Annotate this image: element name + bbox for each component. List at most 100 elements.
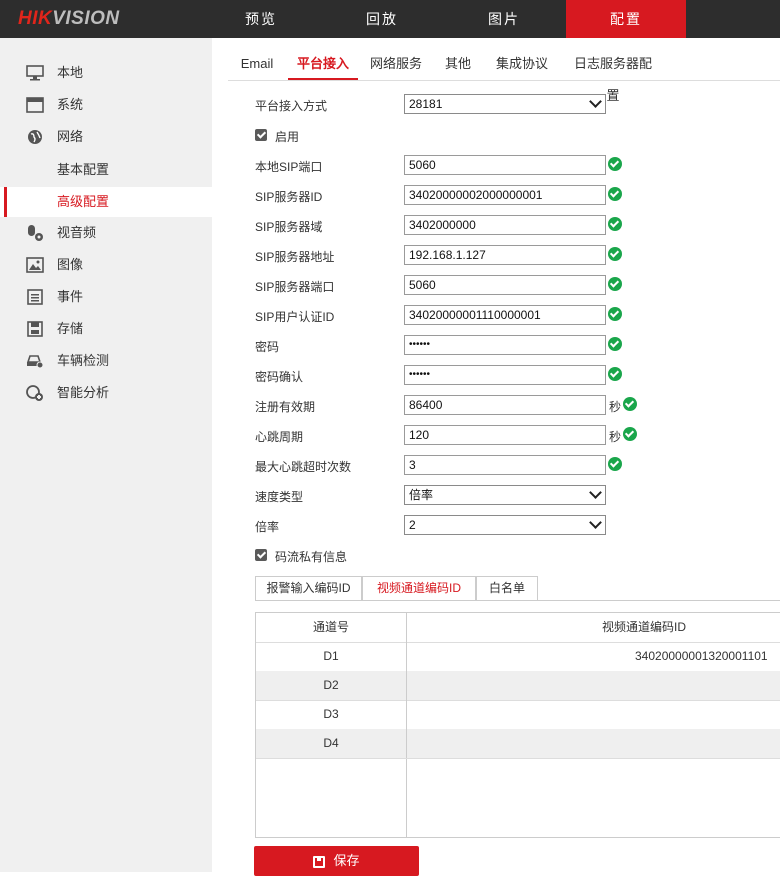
ratio-label: 倍率 (255, 520, 280, 534)
table-row[interactable]: D1 34020000001320001101 (256, 642, 780, 672)
channel-cell: D2 (323, 678, 339, 692)
monitor-icon (26, 65, 44, 81)
table-row[interactable]: D2 (256, 671, 780, 701)
sidebar-item-image[interactable]: 图像 (0, 250, 212, 280)
speed-type-label: 速度类型 (255, 490, 304, 504)
nav-preview[interactable]: 预览 (201, 0, 321, 38)
table-row[interactable]: D4 (256, 729, 780, 759)
sip-server-port-input[interactable]: 5060 (404, 275, 606, 295)
password-confirm-input[interactable]: •••••• (404, 365, 606, 385)
private-info-checkbox[interactable] (255, 549, 267, 561)
sip-server-address-label: SIP服务器地址 (255, 250, 335, 264)
ratio-select[interactable]: 2 (404, 515, 606, 535)
nav-playback[interactable]: 回放 (322, 0, 442, 38)
sidebar-item-vehicle-detection[interactable]: 车辆检测 (0, 346, 212, 376)
sidebar-item-smart-analysis[interactable]: 智能分析 (0, 378, 212, 408)
subtab-whitelist[interactable]: 白名单 (476, 576, 538, 600)
window-icon (26, 97, 44, 113)
car-icon (26, 355, 44, 369)
check-icon (623, 427, 637, 441)
sidebar-item-event[interactable]: 事件 (0, 282, 212, 312)
mic-icon (28, 225, 43, 241)
nav-configuration[interactable]: 配置 (566, 0, 686, 38)
check-icon (608, 187, 622, 201)
password-label: 密码 (255, 340, 280, 354)
access-mode-select[interactable]: 28181 (404, 94, 606, 114)
register-period-input[interactable]: 86400 (404, 395, 606, 415)
sip-server-id-label: SIP服务器ID (255, 190, 323, 204)
floppy-icon (313, 856, 326, 868)
password-input[interactable]: •••••• (404, 335, 606, 355)
sip-server-port-label: SIP服务器端口 (255, 280, 335, 294)
sidebar-item-storage[interactable]: 存储 (0, 314, 212, 344)
seconds-unit: 秒 (609, 400, 622, 414)
sip-user-id-label: SIP用户认证ID (255, 310, 335, 324)
table-header-row: 通道号 视频通道编码ID (256, 613, 780, 643)
channel-subtabs: 报警输入编码ID 视频通道编码ID 白名单 (255, 576, 780, 601)
sip-server-id-input[interactable]: 34020000002000000001 (404, 185, 606, 205)
channel-id-cell[interactable]: 34020000001320001101 (406, 642, 780, 671)
check-icon (608, 247, 622, 261)
local-sip-port-input[interactable]: 5060 (404, 155, 606, 175)
local-sip-port-label: 本地SIP端口 (255, 160, 323, 174)
sip-server-domain-label: SIP服务器域 (255, 220, 323, 234)
sidebar-item-audio-video[interactable]: 视音频 (0, 218, 212, 248)
channel-id-cell[interactable] (406, 700, 780, 729)
channel-id-table: 通道号 视频通道编码ID D1 34020000001320001101 D2 … (255, 612, 780, 838)
tab-network-service[interactable]: 网络服务 (368, 48, 424, 78)
channel-cell: D4 (323, 736, 339, 750)
globe-icon (28, 130, 42, 144)
access-mode-label: 平台接入方式 (255, 99, 328, 113)
check-icon (608, 367, 622, 381)
sidebar-item-advanced-config[interactable]: 高级配置 (0, 187, 212, 217)
analysis-icon (26, 385, 43, 401)
subtab-alarm-input-id[interactable]: 报警输入编码ID (255, 576, 362, 600)
sidebar-item-network[interactable]: 网络 (0, 122, 212, 152)
channel-id-cell[interactable] (406, 671, 780, 700)
column-header: 通道号 (312, 620, 349, 634)
chevron-down-icon (589, 95, 602, 108)
sidebar-item-local[interactable]: 本地 (0, 58, 212, 88)
heartbeat-input[interactable]: 120 (404, 425, 606, 445)
top-bar: HIKVISION 预览 回放 图片 配置 (0, 0, 780, 38)
config-tabs: Email 平台接入 网络服务 其他 集成协议 日志服务器配置 (228, 48, 780, 103)
chevron-down-icon (589, 486, 602, 499)
seconds-unit: 秒 (609, 430, 622, 444)
channel-cell: D3 (323, 707, 339, 721)
sidebar-item-system[interactable]: 系统 (0, 90, 212, 120)
sip-server-domain-input[interactable]: 3402000000 (404, 215, 606, 235)
check-icon (623, 397, 637, 411)
speed-type-select[interactable]: 倍率 (404, 485, 606, 505)
check-icon (608, 307, 622, 321)
nav-picture[interactable]: 图片 (444, 0, 564, 38)
enable-label: 启用 (275, 130, 300, 144)
private-info-label: 码流私有信息 (275, 550, 348, 564)
heartbeat-label: 心跳周期 (255, 430, 304, 444)
channel-cell: D1 (323, 649, 339, 663)
sip-user-id-input[interactable]: 34020000001110000001 (404, 305, 606, 325)
sidebar: 本地 系统 网络 基本配置 高级配置 视音频 图像 事件 存储 车辆检测 智能分… (0, 38, 212, 872)
tab-email[interactable]: Email (236, 48, 278, 78)
max-timeout-label: 最大心跳超时次数 (255, 460, 352, 474)
check-icon (608, 217, 622, 231)
column-header: 视频通道编码ID (406, 613, 780, 642)
subtab-video-channel-id[interactable]: 视频通道编码ID (362, 576, 476, 600)
tab-platform-access[interactable]: 平台接入 (288, 48, 358, 80)
password-confirm-label: 密码确认 (255, 370, 304, 384)
enable-checkbox[interactable] (255, 129, 267, 141)
table-row[interactable]: D3 (256, 700, 780, 730)
tab-other[interactable]: 其他 (440, 48, 476, 78)
tab-log-server-config[interactable]: 日志服务器配置 (568, 48, 658, 103)
list-icon (27, 289, 43, 305)
tab-integration-protocol[interactable]: 集成协议 (492, 48, 552, 78)
check-icon (608, 337, 622, 351)
disk-icon (27, 321, 43, 337)
register-period-label: 注册有效期 (255, 400, 316, 414)
check-icon (608, 457, 622, 471)
channel-id-cell[interactable] (406, 729, 780, 758)
max-timeout-input[interactable]: 3 (404, 455, 606, 475)
image-icon (26, 257, 44, 273)
sidebar-item-basic-config[interactable]: 基本配置 (0, 155, 212, 185)
sip-server-address-input[interactable]: 192.168.1.127 (404, 245, 606, 265)
check-icon (608, 277, 622, 291)
